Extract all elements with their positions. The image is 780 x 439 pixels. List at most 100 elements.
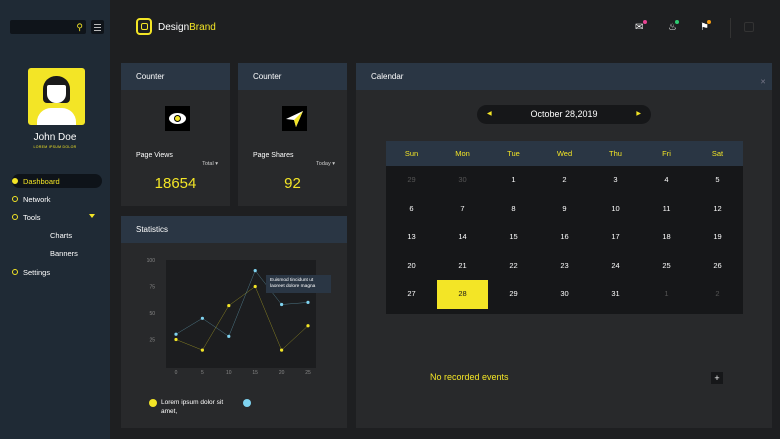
card-title: Calendar ✕ [356,63,772,90]
stat-value: 18654 [154,175,197,192]
search-icon[interactable]: ⚲ [76,22,83,33]
calendar-day[interactable]: 19 [692,223,743,252]
data-point [200,348,204,352]
nav-item-dashboard[interactable]: Dashboard [12,174,102,188]
mail-icon[interactable]: ✉ [635,22,643,33]
calendar-day[interactable]: 31 [590,280,641,309]
x-tick-label: 0 [175,370,178,376]
nav-item-network[interactable]: Network [12,192,51,206]
data-point [306,300,310,304]
y-tick-label: 50 [149,311,155,317]
calendar-day[interactable]: 17 [590,223,641,252]
calendar-day[interactable]: 24 [590,252,641,281]
stat-label: Page Views [136,152,173,159]
network-icon [12,196,18,202]
calendar-day[interactable]: 30 [539,280,590,309]
weekday-label: Thu [609,149,622,158]
weekday-label: Sun [404,149,419,158]
calendar-day[interactable]: 9 [539,195,590,224]
search-input[interactable]: ⚲ [10,20,86,34]
y-tick-label: 75 [149,285,155,291]
calendar-day[interactable]: 14 [437,223,488,252]
data-point [174,337,178,342]
avatar[interactable] [28,68,85,125]
menu-button[interactable] [91,20,104,34]
calendar-day[interactable]: 3 [590,166,641,195]
data-point [306,324,310,328]
nav-label: Network [23,194,51,204]
data-point [174,332,178,336]
calendar-day[interactable]: 16 [539,223,590,252]
counter-card-page-shares: Counter Page Shares Today ▾ 92 [238,63,347,206]
y-tick-label: 100 [147,258,156,264]
hamburger-icon [94,24,101,25]
calendar-card: Calendar ✕ ◀ October 28,2019 ▶ Sun Mon Tue W… [356,63,772,428]
calendar-day[interactable]: 21 [437,252,488,281]
calendar-day[interactable]: 30 [437,166,488,195]
data-point [253,284,257,289]
eye-icon [165,106,190,131]
weekday-label: Wed [556,149,573,158]
filter-dropdown[interactable]: Today ▾ [316,161,335,167]
calendar-day[interactable]: 20 [386,252,437,281]
calendar-day[interactable]: 26 [692,252,743,281]
notification-badge [707,20,711,24]
nav-item-settings[interactable]: Settings [12,265,50,279]
divider [730,18,731,38]
close-icon[interactable]: ✕ [760,69,766,96]
legend-marker [243,399,251,407]
calendar-day[interactable]: 1 [488,166,539,195]
nav-subitem-charts[interactable]: Charts [50,231,72,240]
nav-label: Dashboard [23,176,60,186]
calendar-day[interactable]: 23 [539,252,590,281]
x-tick-label: 25 [305,370,311,376]
calendar-day[interactable]: 5 [692,166,743,195]
stat-label: Page Shares [253,152,294,159]
x-tick-label: 5 [201,370,204,376]
weekday-label: Tue [507,149,520,158]
user-menu-button[interactable] [744,22,754,32]
calendar-day[interactable]: 4 [641,166,692,195]
calendar-grid: 29 30 1 2 3 4 5 6 7 8 9 10 11 12 13 14 15 16 17 18 19 20 21 22 2… [386,166,743,314]
nav-subitem-banners[interactable]: Banners [50,249,78,258]
calendar-day[interactable]: 7 [437,195,488,224]
calendar-weekday-header: Sun Mon Tue Wed Thu Fri Sat [386,141,743,166]
calendar-day[interactable]: 12 [692,195,743,224]
add-event-button[interactable]: + [711,372,723,384]
chart-tooltip: Euismod tincidunt ut laoreet dolore magn… [266,275,331,293]
calendar-day[interactable]: 13 [386,223,437,252]
data-point [280,348,284,352]
calendar-day[interactable]: 10 [590,195,641,224]
calendar-day[interactable]: 29 [386,166,437,195]
calendar-day[interactable]: 29 [488,280,539,309]
calendar-day[interactable]: 8 [488,195,539,224]
settings-icon [12,269,18,275]
calendar-day[interactable]: 11 [641,195,692,224]
calendar-day-selected[interactable]: 28 [437,280,488,309]
series-line [175,286,309,351]
calendar-day[interactable]: 1 [641,280,692,309]
calendar-day[interactable]: 2 [692,280,743,309]
calendar-day[interactable]: 25 [641,252,692,281]
calendar-day[interactable]: 6 [386,195,437,224]
chevron-down-icon[interactable] [88,214,95,218]
calendar-day[interactable]: 2 [539,166,590,195]
logo-icon [136,18,152,35]
filter-dropdown[interactable]: Total ▾ [202,161,218,167]
brand-name: DesignBrand [158,22,216,33]
statistics-card: Statistics 25 50 75 100 0 5 10 15 20 25 Euismod t… [121,216,347,428]
tools-icon [12,214,18,220]
notification-badge [643,20,647,24]
paper-plane-icon [282,106,307,131]
calendar-day[interactable]: 18 [641,223,692,252]
no-events-message: No recorded events [430,372,509,382]
nav-item-tools[interactable]: Tools [12,210,95,224]
prev-month-icon[interactable]: ◀ [487,105,492,124]
nav-label: Settings [23,267,51,277]
y-tick-label: 25 [149,338,155,344]
calendar-day[interactable]: 27 [386,280,437,309]
calendar-day[interactable]: 22 [488,252,539,281]
next-month-icon[interactable]: ▶ [636,105,641,124]
top-bar: DesignBrand ✉ ♨ ⚑ [110,0,780,55]
calendar-day[interactable]: 15 [488,223,539,252]
